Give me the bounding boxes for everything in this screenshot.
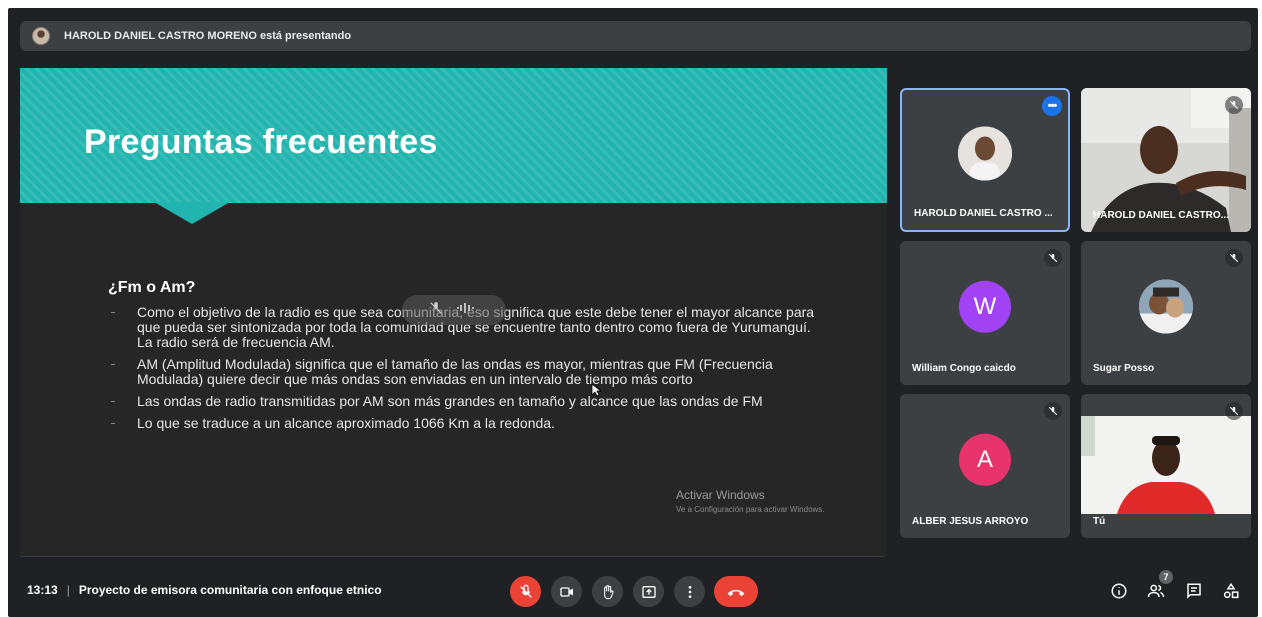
mic-toggle-button[interactable] xyxy=(510,576,541,607)
slide-question: ¿Fm o Am? xyxy=(108,279,196,296)
participant-name: ALBER JESUS ARROYO xyxy=(912,516,1029,527)
participant-name: HAROLD DANIEL CASTRO ... xyxy=(914,208,1053,219)
mic-off-icon xyxy=(1044,402,1062,420)
presented-slide: Preguntas frecuentes ¿Fm o Am? Como el o… xyxy=(20,68,887,557)
end-call-button[interactable] xyxy=(714,576,758,607)
participant-count-badge: 7 xyxy=(1159,570,1173,584)
meeting-details: 13:13 | Proyecto de emisora comunitaria … xyxy=(27,583,382,597)
mic-off-icon xyxy=(1225,96,1243,114)
watermark-subtitle: Ve a Configuración para activar Windows. xyxy=(676,505,825,514)
audio-wave-icon xyxy=(455,301,479,320)
mic-off-icon xyxy=(519,584,532,598)
participant-tile[interactable]: HAROLD DANIEL CASTRO... xyxy=(1081,88,1251,232)
more-options-icon[interactable]: ••• xyxy=(1042,96,1062,116)
participant-avatar xyxy=(1139,279,1193,334)
camera-icon xyxy=(559,586,573,597)
presenter-text: HAROLD DANIEL CASTRO MORENO está present… xyxy=(64,30,352,42)
participant-avatar: W xyxy=(959,280,1011,333)
activities-icon xyxy=(1223,582,1239,599)
presenter-muted-indicator xyxy=(402,295,506,325)
people-icon xyxy=(1147,584,1165,598)
participant-tile[interactable]: ••• HAROLD DANIEL CASTRO ... xyxy=(900,88,1070,232)
info-icon xyxy=(1111,583,1127,599)
participant-tile[interactable]: W William Congo caicdo xyxy=(900,241,1070,385)
end-call-icon xyxy=(727,589,745,596)
clock-time: 13:13 xyxy=(27,583,58,597)
participant-name: HAROLD DANIEL CASTRO... xyxy=(1093,210,1229,221)
participant-avatar: A xyxy=(959,433,1011,486)
present-screen-button[interactable] xyxy=(633,576,664,607)
separator: | xyxy=(66,583,70,597)
self-video xyxy=(1081,416,1251,514)
presenter-avatar xyxy=(32,27,50,45)
activities-button[interactable] xyxy=(1220,580,1242,602)
participant-tile[interactable]: A ALBER JESUS ARROYO xyxy=(900,394,1070,538)
bottom-control-bar: 13:13 | Proyecto de emisora comunitaria … xyxy=(8,566,1258,616)
mic-off-icon xyxy=(429,301,443,320)
more-options-button[interactable] xyxy=(674,576,705,607)
participant-avatar xyxy=(958,126,1012,181)
participant-name: William Congo caicdo xyxy=(912,363,1016,374)
raise-hand-button[interactable] xyxy=(592,576,623,607)
slide-header-pointer xyxy=(154,202,230,224)
raise-hand-icon xyxy=(603,584,614,599)
chat-button[interactable] xyxy=(1183,580,1205,602)
participant-tile-self[interactable]: Tú xyxy=(1081,394,1251,538)
slide-bullet: Las ondas de radio transmitidas por AM s… xyxy=(110,394,830,409)
meeting-title: Proyecto de emisora comunitaria con enfo… xyxy=(78,583,382,597)
meeting-info-button[interactable] xyxy=(1108,580,1130,602)
slide-divider xyxy=(20,556,884,557)
participant-tile[interactable]: Sugar Posso xyxy=(1081,241,1251,385)
mic-off-icon xyxy=(1225,249,1243,267)
slide-bullet: AM (Amplitud Modulada) significa que el … xyxy=(110,357,830,387)
slide-title: Preguntas frecuentes xyxy=(84,123,438,161)
mouse-cursor-icon xyxy=(591,383,603,402)
slide-bullet: Lo que se traduce a un alcance aproximad… xyxy=(110,416,830,431)
present-screen-icon xyxy=(641,585,656,598)
mic-off-icon xyxy=(1225,402,1243,420)
mic-off-icon xyxy=(1044,249,1062,267)
watermark-title: Activar Windows xyxy=(676,488,765,502)
presenter-banner: HAROLD DANIEL CASTRO MORENO está present… xyxy=(20,21,1251,51)
windows-activation-watermark: Activar Windows Ve a Configuración para … xyxy=(676,488,825,514)
more-options-icon xyxy=(688,585,691,598)
chat-icon xyxy=(1187,583,1201,599)
participant-name: Sugar Posso xyxy=(1093,363,1155,374)
participant-name: Tú xyxy=(1093,516,1106,527)
camera-toggle-button[interactable] xyxy=(551,576,582,607)
